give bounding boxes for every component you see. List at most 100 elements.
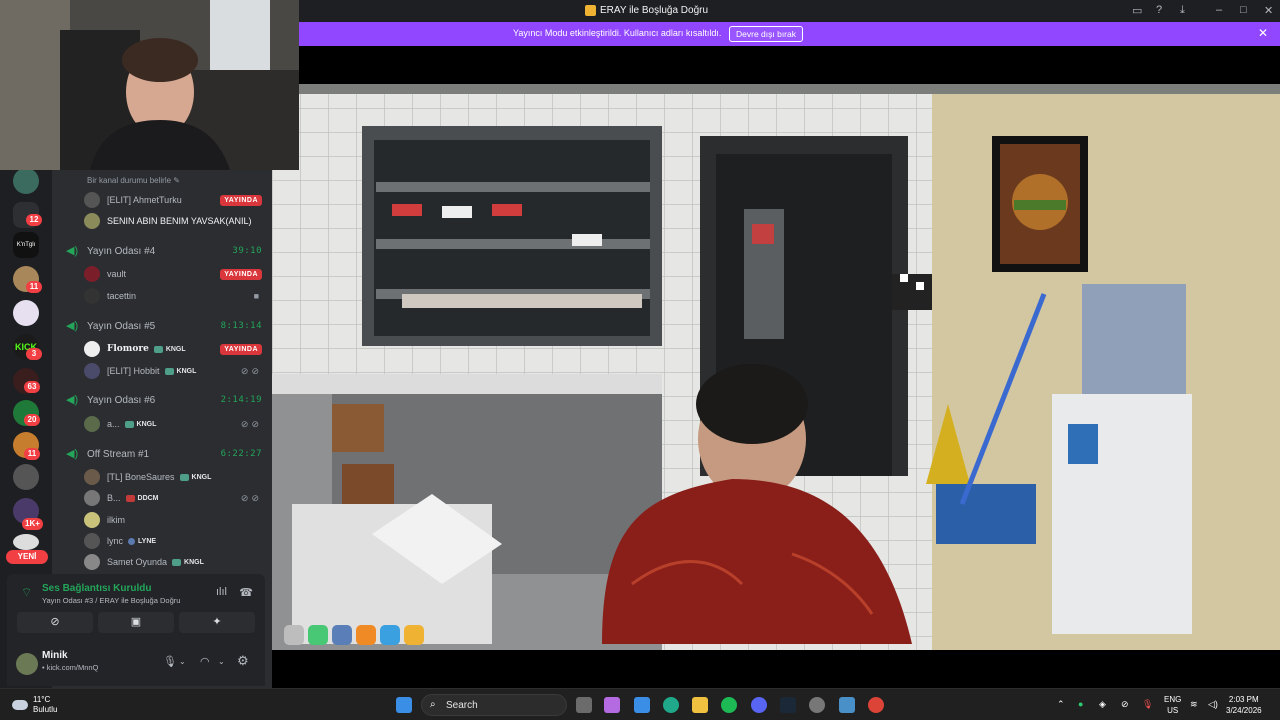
voice-user[interactable]: tacettin ■: [84, 287, 262, 305]
task-view-icon[interactable]: [576, 697, 592, 713]
microphone-tray-icon[interactable]: 🎙: [1142, 699, 1153, 710]
server-icon[interactable]: K'nTglı: [13, 232, 39, 258]
file-explorer-icon[interactable]: [692, 697, 708, 713]
voice-user[interactable]: SENIN ABIN BENIM YAVSAK(ANIL): [84, 212, 262, 230]
activities-button[interactable]: ✦: [179, 612, 255, 633]
maximize-icon[interactable]: □: [1240, 4, 1247, 16]
voice-user[interactable]: vault YAYINDA: [84, 265, 262, 283]
network-off-icon[interactable]: ⊘: [1121, 699, 1129, 710]
voice-channel[interactable]: ◀) Yayın Odası #4 39:10: [66, 243, 262, 259]
avatar: [84, 490, 100, 506]
voice-user[interactable]: Samet Oyunda KNGL: [84, 553, 262, 571]
stream-window-titlebar: ERAY ile Boşluğa Doğru ▭ ? ⤓ – □ ✕: [299, 0, 1280, 22]
stream-letterbox-bottom: [272, 650, 1280, 688]
minimize-icon[interactable]: –: [1216, 4, 1222, 16]
speaker-icon: ◀): [66, 245, 79, 257]
volume-icon[interactable]: ◁): [1208, 699, 1218, 710]
voice-user[interactable]: lync LYNE: [84, 532, 262, 550]
stream-video[interactable]: [272, 84, 1280, 650]
user-name[interactable]: Minik: [42, 650, 68, 661]
server-icon[interactable]: [13, 534, 39, 550]
notification-badge: 20: [24, 414, 40, 426]
tray-overflow-icon[interactable]: ⌃: [1057, 699, 1065, 710]
server-icon[interactable]: [13, 464, 39, 490]
language-indicator[interactable]: ENG US: [1164, 694, 1181, 716]
spotify-icon[interactable]: [721, 697, 737, 713]
close-icon[interactable]: ✕: [1264, 4, 1273, 17]
server-icon[interactable]: [13, 168, 39, 194]
voice-status-subtitle[interactable]: Yayın Odası #3 / ERAY ile Boşluğa Doğru: [42, 596, 180, 605]
discord-icon[interactable]: [751, 697, 767, 713]
voice-channel[interactable]: ◀) Yayın Odası #5 8:13:14: [66, 318, 262, 334]
headphones-icon[interactable]: ◠: [200, 655, 210, 668]
speaker-icon: ◀): [66, 320, 79, 332]
webcam-feed: [0, 0, 299, 170]
avatar: [84, 288, 100, 304]
window-title: ERAY ile Boşluğa Doğru: [600, 5, 709, 16]
taskbar-search[interactable]: ⌕ Search: [421, 694, 567, 716]
microphone-icon[interactable]: 🎙: [163, 655, 177, 668]
server-tag: KNGL: [172, 558, 204, 566]
tray-app-icon[interactable]: ●: [1078, 699, 1083, 709]
help-icon[interactable]: ?: [1156, 4, 1162, 16]
notification-badge: 3: [26, 348, 42, 360]
steam-tray-icon[interactable]: ◈: [1099, 699, 1106, 710]
avatar: [84, 533, 100, 549]
voice-user[interactable]: B... DDCM ⊘⊘: [84, 489, 262, 507]
edge-icon[interactable]: [663, 697, 679, 713]
disable-streamer-mode-button[interactable]: Devre dışı bırak: [729, 26, 803, 42]
wifi-icon[interactable]: ≋: [1190, 699, 1198, 710]
taskbar-clock[interactable]: 2:03 PM 3/24/2026: [1226, 694, 1262, 716]
live-badge: YAYINDA: [220, 194, 262, 206]
avatar: [84, 266, 100, 282]
disconnect-icon[interactable]: ☎: [239, 586, 253, 599]
muted-deafened-icons: ⊘⊘: [240, 418, 262, 429]
game-scene: [272, 84, 1280, 650]
weather-widget[interactable]: 11°C Bulutlu: [12, 695, 57, 715]
server-tag: KNGL: [124, 420, 156, 428]
notification-badge: 1K+: [22, 518, 43, 530]
avatar: [84, 363, 100, 379]
streamer-mode-banner: Yayıncı Modu etkinleştirildi. Kullanıcı …: [299, 22, 1280, 46]
download-icon[interactable]: ⤓: [1180, 4, 1185, 17]
chevron-down-icon[interactable]: ⌄: [179, 657, 186, 666]
app-icon[interactable]: [809, 697, 825, 713]
app-logo-icon: [585, 5, 596, 16]
voice-channel[interactable]: ◀) Yayın Odası #6 2:14:19: [66, 392, 262, 408]
avatar: [84, 192, 100, 208]
voice-user[interactable]: ilkim: [84, 511, 262, 529]
voice-status-title[interactable]: Ses Bağlantısı Kuruldu: [42, 583, 151, 594]
server-icon[interactable]: [13, 300, 39, 326]
close-banner-icon[interactable]: ✕: [1258, 26, 1268, 40]
server-tag: LYNE: [128, 537, 156, 545]
live-badge: YAYINDA: [220, 343, 262, 355]
voice-user[interactable]: [ELIT] AhmetTurku YAYINDA: [84, 191, 262, 209]
voice-user[interactable]: [TL] BoneSaures KNGL: [84, 468, 262, 486]
signal-icon[interactable]: ⌔: [21, 585, 35, 599]
share-screen-button[interactable]: ▣: [98, 612, 174, 633]
voice-user[interactable]: a... KNGL ⊘⊘: [84, 415, 262, 433]
camera-off-button[interactable]: ⊘: [17, 612, 93, 633]
copilot-icon[interactable]: [604, 697, 620, 713]
cloud-icon: [12, 700, 28, 710]
noise-suppression-icon[interactable]: ılıl: [216, 586, 227, 598]
user-avatar[interactable]: [16, 653, 38, 675]
start-menu-icon[interactable]: [396, 697, 412, 713]
muted-deafened-icons: ⊘⊘: [240, 492, 262, 503]
voice-user[interactable]: Flomore KNGL YAYINDA: [84, 340, 262, 358]
new-badge[interactable]: YENİ: [6, 550, 48, 564]
voice-channel[interactable]: ◀) Off Stream #1 6:22:27: [66, 446, 262, 462]
channel-status-prompt[interactable]: Bir kanal durumu belirle ✎: [87, 176, 180, 185]
chevron-down-icon[interactable]: ⌄: [218, 657, 225, 666]
store-icon[interactable]: [634, 697, 650, 713]
camera-icon: ■: [253, 291, 262, 301]
windows-taskbar: 11°C Bulutlu ⌕ Search ⌃ ● ◈ ⊘ 🎙 ENG US ≋ ◁…: [0, 688, 1280, 720]
steam-icon[interactable]: [780, 697, 796, 713]
avatar: [84, 554, 100, 570]
inbox-icon[interactable]: ▭: [1132, 4, 1142, 17]
photos-icon[interactable]: [839, 697, 855, 713]
voice-user[interactable]: [ELIT] Hobbit KNGL ⊘⊘: [84, 362, 262, 380]
settings-gear-icon[interactable]: ⚙: [237, 653, 249, 669]
live-badge: YAYINDA: [220, 268, 262, 280]
chrome-icon[interactable]: [868, 697, 884, 713]
